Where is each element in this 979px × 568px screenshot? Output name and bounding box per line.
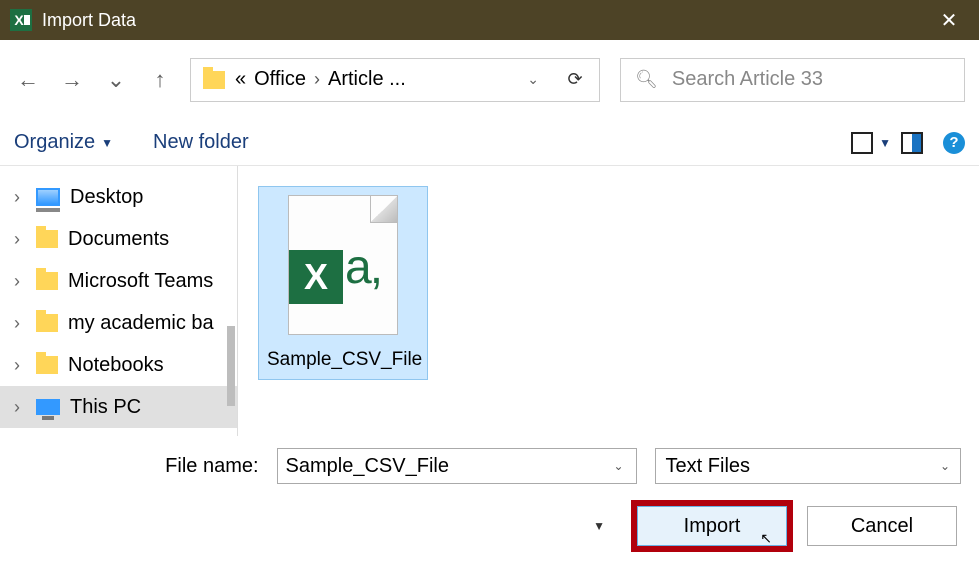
tree-item-notebooks[interactable]: › Notebooks bbox=[0, 344, 237, 386]
tree-item-documents[interactable]: › Documents bbox=[0, 218, 237, 260]
file-type-filter[interactable]: Text Files ⌄ bbox=[655, 448, 961, 484]
csv-suffix: a, bbox=[345, 240, 381, 295]
search-placeholder: Search Article 33 bbox=[672, 68, 823, 91]
file-name-label: Sample_CSV_File bbox=[267, 349, 419, 371]
up-button[interactable]: ↑ bbox=[146, 66, 174, 94]
expand-icon[interactable]: › bbox=[14, 397, 28, 418]
title-bar: X Import Data ✕ bbox=[0, 0, 979, 40]
expand-icon[interactable]: › bbox=[14, 229, 28, 250]
scrollbar-thumb[interactable] bbox=[227, 326, 235, 406]
expand-icon[interactable]: › bbox=[14, 187, 28, 208]
breadcrumb-item[interactable]: Article ... bbox=[328, 68, 406, 91]
pc-icon bbox=[36, 399, 60, 415]
search-input[interactable]: 🔍︎ Search Article 33 bbox=[620, 58, 965, 102]
folder-tree: › Desktop › Documents › Microsoft Teams … bbox=[0, 166, 238, 436]
breadcrumb-sep: › bbox=[314, 69, 320, 90]
file-name-prompt: File name: bbox=[18, 455, 267, 478]
breadcrumb-item[interactable]: Office bbox=[254, 68, 306, 91]
preview-pane-button[interactable] bbox=[901, 132, 923, 154]
file-name-input[interactable]: Sample_CSV_File ⌄ bbox=[277, 448, 637, 484]
tree-item-desktop[interactable]: › Desktop bbox=[0, 176, 237, 218]
help-button[interactable]: ? bbox=[943, 132, 965, 154]
tree-item-label: Microsoft Teams bbox=[68, 270, 213, 293]
excel-badge: X bbox=[289, 250, 343, 304]
chevron-down-icon: ▼ bbox=[101, 136, 113, 150]
address-bar[interactable]: « Office › Article ... ⌄ ⟳ bbox=[190, 58, 600, 102]
tree-item-label: my academic ba bbox=[68, 312, 214, 335]
import-button[interactable]: Import ↖ bbox=[637, 506, 787, 546]
breadcrumb: « Office › Article ... bbox=[235, 68, 521, 91]
file-type-dropdown[interactable]: ⌄ bbox=[940, 459, 950, 473]
tools-menu[interactable]: ▼ bbox=[593, 519, 605, 533]
tree-item-teams[interactable]: › Microsoft Teams bbox=[0, 260, 237, 302]
search-icon: 🔍︎ bbox=[635, 69, 658, 90]
close-icon[interactable]: ✕ bbox=[929, 8, 969, 33]
toolbar: Organize ▼ New folder ▼ ? bbox=[0, 120, 979, 166]
cursor-icon: ↖ bbox=[760, 530, 772, 547]
bottom-panel: File name: Sample_CSV_File ⌄ Text Files … bbox=[0, 436, 979, 552]
folder-icon bbox=[36, 230, 58, 248]
tree-item-label: Notebooks bbox=[68, 354, 164, 377]
tree-item-label: Documents bbox=[68, 228, 169, 251]
file-name-value: Sample_CSV_File bbox=[286, 455, 610, 478]
forward-button[interactable]: → bbox=[58, 66, 86, 94]
view-mode-button[interactable] bbox=[851, 132, 873, 154]
expand-icon[interactable]: › bbox=[14, 313, 28, 334]
excel-app-icon: X bbox=[10, 9, 32, 31]
file-type-value: Text Files bbox=[666, 455, 750, 478]
tree-item-label: Desktop bbox=[70, 186, 143, 209]
main-area: › Desktop › Documents › Microsoft Teams … bbox=[0, 166, 979, 436]
cancel-button[interactable]: Cancel bbox=[807, 506, 957, 546]
navigation-bar: ← → ⌄ ↑ « Office › Article ... ⌄ ⟳ 🔍︎ Se… bbox=[0, 40, 979, 120]
new-folder-button[interactable]: New folder bbox=[153, 131, 249, 154]
breadcrumb-prefix: « bbox=[235, 68, 246, 91]
expand-icon[interactable]: › bbox=[14, 271, 28, 292]
recent-locations-button[interactable]: ⌄ bbox=[102, 66, 130, 94]
address-dropdown[interactable]: ⌄ bbox=[521, 71, 545, 88]
import-label: Import bbox=[684, 515, 741, 538]
organize-label: Organize bbox=[14, 131, 95, 154]
tree-item-academic[interactable]: › my academic ba bbox=[0, 302, 237, 344]
back-button[interactable]: ← bbox=[14, 66, 42, 94]
folder-icon bbox=[36, 314, 58, 332]
view-mode-caret[interactable]: ▼ bbox=[879, 136, 891, 150]
folder-icon bbox=[36, 272, 58, 290]
window-title: Import Data bbox=[42, 10, 929, 31]
folder-icon bbox=[203, 71, 225, 89]
monitor-icon bbox=[36, 188, 60, 206]
tree-item-this-pc[interactable]: › This PC bbox=[0, 386, 237, 428]
tree-item-label: This PC bbox=[70, 396, 141, 419]
import-highlight: Import ↖ bbox=[631, 500, 793, 552]
folder-icon bbox=[36, 356, 58, 374]
file-list: X a, Sample_CSV_File bbox=[238, 166, 979, 436]
file-item[interactable]: X a, Sample_CSV_File bbox=[258, 186, 428, 380]
file-name-dropdown[interactable]: ⌄ bbox=[609, 459, 627, 473]
refresh-button[interactable]: ⟳ bbox=[563, 69, 587, 90]
organize-menu[interactable]: Organize ▼ bbox=[14, 131, 113, 154]
expand-icon[interactable]: › bbox=[14, 355, 28, 376]
cancel-label: Cancel bbox=[851, 515, 913, 538]
csv-file-icon: X a, bbox=[288, 195, 398, 335]
